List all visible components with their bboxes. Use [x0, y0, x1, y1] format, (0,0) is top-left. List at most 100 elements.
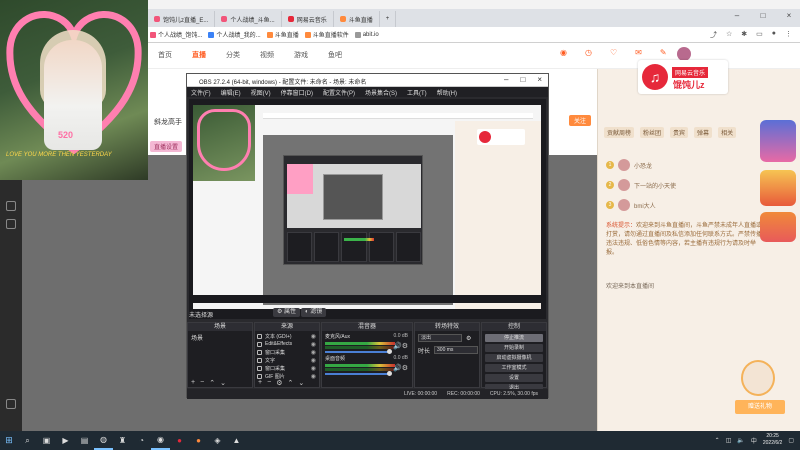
volume-slider[interactable]	[325, 349, 392, 354]
move-up-icon[interactable]: ⌃	[287, 379, 293, 387]
browser-tab[interactable]: 个人战绩_斗鱼...	[215, 11, 282, 27]
eye-icon[interactable]: ◉	[311, 357, 316, 364]
obs-preview[interactable]	[189, 99, 546, 319]
share-icon[interactable]: ⤴	[710, 30, 717, 40]
video-app-icon[interactable]: ▶	[56, 431, 75, 450]
message-icon[interactable]: ✉	[635, 48, 642, 57]
remove-icon[interactable]: −	[267, 379, 271, 386]
menu-file[interactable]: 文件(F)	[191, 88, 211, 97]
promo-banner[interactable]	[760, 170, 796, 206]
new-tab-button[interactable]: +	[380, 11, 397, 27]
menu-tools[interactable]: 工具(T)	[407, 88, 427, 97]
move-down-icon[interactable]: ⌄	[298, 379, 304, 387]
maximize-button[interactable]: □	[520, 75, 525, 84]
notification-icon[interactable]: ▢	[788, 437, 794, 444]
user-avatar[interactable]	[677, 47, 691, 61]
rank-item[interactable]: 1 小恐龙	[606, 155, 756, 175]
speaker-icon[interactable]: 🔊⚙	[393, 342, 408, 350]
eye-icon[interactable]: ◉	[311, 365, 316, 372]
bookmark[interactable]: 个人战绩_我的...	[208, 30, 261, 39]
remove-icon[interactable]: −	[200, 379, 204, 386]
volume-slider[interactable]	[325, 371, 392, 376]
tab-danmu[interactable]: 弹幕	[694, 127, 713, 138]
profile-icon[interactable]: ●	[772, 30, 776, 40]
upload-icon[interactable]: ✎	[660, 48, 667, 57]
menu-profile[interactable]: 配置文件(P)	[323, 88, 355, 97]
history-icon[interactable]: ◷	[585, 48, 592, 57]
transition-select[interactable]: 淡出	[418, 334, 462, 342]
start-recording-button[interactable]: 开始录制	[485, 344, 543, 352]
bookmark[interactable]: 斗鱼直播	[266, 30, 299, 39]
obs-icon[interactable]: ◉	[151, 431, 170, 450]
browser-tab[interactable]: 饱饨儿z直播_E...	[148, 11, 216, 27]
gear-icon[interactable]: ⚙	[276, 379, 282, 387]
promo-banner[interactable]	[760, 212, 796, 242]
bookmark[interactable]: 斗鱼直播软件	[304, 30, 349, 39]
tab-fans[interactable]: 粉丝团	[640, 127, 665, 138]
add-icon[interactable]: +	[258, 379, 262, 386]
nav-yuba[interactable]: 鱼吧	[328, 50, 342, 60]
duration-input[interactable]: 300 ms	[434, 346, 479, 354]
douyu-app-icon[interactable]: ●	[189, 431, 208, 450]
properties-button[interactable]: ⚙ 属性	[273, 308, 301, 317]
game-app-icon[interactable]: ♜	[113, 431, 132, 450]
app-icon[interactable]: ◈	[208, 431, 227, 450]
add-icon[interactable]: +	[191, 379, 195, 386]
stop-streaming-button[interactable]: 停止推流	[485, 334, 543, 342]
windows-start-icon[interactable]: ⊞	[0, 431, 18, 450]
tab-vip[interactable]: 贵宾	[670, 127, 689, 138]
rail-icon[interactable]	[6, 219, 16, 229]
gear-icon[interactable]: ⚙	[466, 335, 471, 342]
rail-icon[interactable]	[6, 201, 16, 211]
browser-tab[interactable]: 斗鱼直播	[334, 11, 380, 27]
follow-icon[interactable]: ♡	[610, 48, 617, 57]
app-icon[interactable]: ▲	[227, 431, 246, 450]
speaker-icon[interactable]: 🔊⚙	[393, 364, 408, 372]
task-view-icon[interactable]: ▣	[37, 431, 56, 450]
source-item[interactable]: Edit&Effects ◉	[255, 340, 319, 348]
chrome-icon[interactable]: ◍	[94, 431, 113, 450]
nav-category[interactable]: 分类	[226, 50, 240, 60]
bookmark[interactable]: 个人战绩_饱饨...	[150, 30, 202, 39]
rail-icon[interactable]	[6, 399, 16, 409]
netease-music-icon[interactable]: ●	[170, 431, 189, 450]
steam-icon[interactable]: ◔	[132, 431, 151, 450]
menu-view[interactable]: 视图(V)	[251, 88, 271, 97]
maximize-button[interactable]: □	[756, 11, 770, 20]
star-icon[interactable]: ☆	[726, 30, 732, 40]
studio-mode-button[interactable]: 工作室模式	[485, 364, 543, 372]
network-icon[interactable]: ◫	[726, 437, 732, 444]
scene-item[interactable]: 场景	[188, 332, 252, 343]
close-button[interactable]: ×	[782, 11, 796, 20]
nav-home[interactable]: 首页	[158, 50, 172, 60]
nav-game[interactable]: 游戏	[294, 50, 308, 60]
rank-item[interactable]: 3 bmi大人	[606, 195, 756, 215]
minimize-button[interactable]: –	[730, 11, 744, 20]
bookmark[interactable]: abit.io	[354, 31, 379, 38]
settings-button[interactable]: 设置	[485, 374, 543, 382]
menu-scene-collection[interactable]: 场景集合(S)	[365, 88, 397, 97]
gift-button[interactable]: 赠送礼物	[735, 400, 785, 414]
eye-icon[interactable]: ◉	[311, 349, 316, 356]
rank-item[interactable]: 2 下一站的小天使	[606, 175, 756, 195]
promo-banner[interactable]	[760, 120, 796, 162]
source-item[interactable]: 文本 (GDI+) ◉	[255, 332, 319, 340]
source-item[interactable]: 文字 ◉	[255, 356, 319, 364]
menu-edit[interactable]: 编辑(E)	[221, 88, 241, 97]
volume-icon[interactable]: 🔈	[737, 437, 744, 444]
browser-tab[interactable]: 网易云音乐	[282, 11, 334, 27]
menu-help[interactable]: 帮助(H)	[437, 88, 457, 97]
filters-button[interactable]: ◐ 滤镜	[301, 308, 327, 317]
nav-live[interactable]: 直播	[192, 50, 206, 60]
move-up-icon[interactable]: ⌃	[209, 379, 215, 387]
move-down-icon[interactable]: ⌄	[220, 379, 226, 387]
follow-button[interactable]: 关注	[569, 115, 592, 126]
room-tag[interactable]: 直播设置	[150, 141, 183, 152]
mascot-icon[interactable]	[741, 360, 775, 396]
close-button[interactable]: ×	[537, 75, 542, 84]
nav-video[interactable]: 视频	[260, 50, 274, 60]
minimize-button[interactable]: –	[504, 75, 508, 84]
source-item[interactable]: 窗口采集 ◉	[255, 364, 319, 372]
eye-icon[interactable]: ◉	[311, 333, 316, 340]
start-virtual-camera-button[interactable]: 启动虚拟摄像机	[485, 354, 543, 362]
